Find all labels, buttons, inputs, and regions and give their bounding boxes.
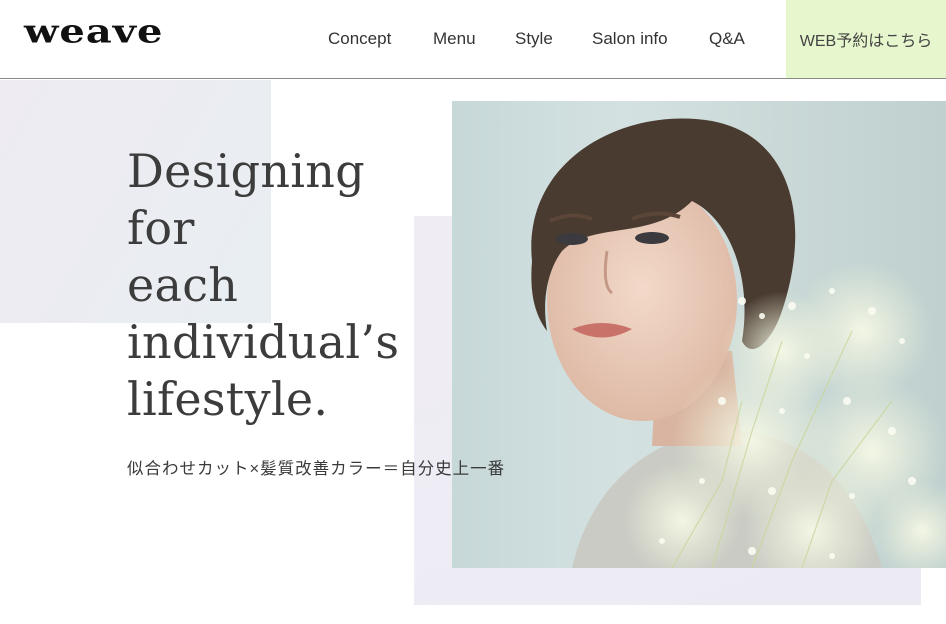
nav-salon-info[interactable]: Salon info [592,29,668,49]
nav-menu[interactable]: Menu [433,29,476,49]
headline-line: Designing [127,144,365,198]
portrait-photo-icon [531,118,946,568]
headline-line: for [127,201,195,255]
web-reservation-button[interactable]: WEB予約はこちら [786,0,946,78]
brand-logo[interactable]: weave [24,14,164,50]
nav-concept[interactable]: Concept [328,29,391,49]
nav-qa[interactable]: Q&A [709,29,745,49]
hero-photo [452,101,946,568]
hero-subtitle: 似合わせカット×髪質改善カラー＝自分史上一番 [127,460,506,478]
headline-line: each [127,258,239,312]
headline-line: lifestyle. [127,372,329,426]
nav-style[interactable]: Style [515,29,553,49]
site-header: weave Concept Menu Style Salon info Q&A … [0,0,946,79]
headline-line: individual’s [127,315,400,369]
hero-headline: Designing for each individual’s lifestyl… [127,143,427,428]
